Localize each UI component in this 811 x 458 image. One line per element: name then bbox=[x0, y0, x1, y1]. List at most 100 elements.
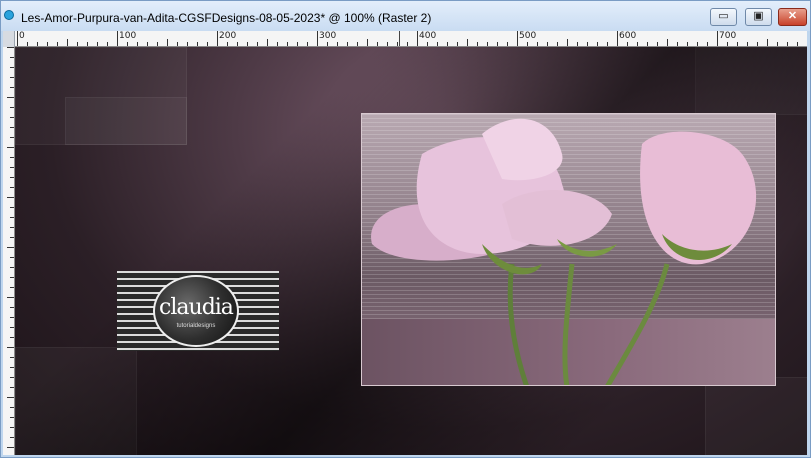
ruler-tick bbox=[10, 317, 14, 318]
ruler-tick bbox=[417, 31, 418, 46]
ruler-tick bbox=[17, 31, 18, 46]
ruler-tick bbox=[237, 42, 238, 46]
app-icon[interactable] bbox=[4, 10, 14, 20]
ruler-tick bbox=[10, 437, 14, 438]
ruler-tick bbox=[7, 347, 14, 348]
ruler-tick bbox=[177, 42, 178, 46]
ruler-tick bbox=[317, 31, 318, 46]
ruler-tick bbox=[247, 42, 248, 46]
ruler-tick bbox=[10, 307, 14, 308]
ruler-tick bbox=[67, 39, 68, 46]
ruler-tick bbox=[117, 31, 118, 46]
ruler-tick bbox=[27, 42, 28, 46]
vertical-ruler[interactable] bbox=[3, 47, 15, 455]
ruler-tick bbox=[647, 42, 648, 46]
ruler-tick bbox=[10, 87, 14, 88]
ruler-tick bbox=[197, 42, 198, 46]
ruler-tick bbox=[347, 42, 348, 46]
image-canvas[interactable]: claudia tutorialdesigns bbox=[15, 47, 807, 455]
ruler-tick bbox=[10, 57, 14, 58]
ruler-tick bbox=[657, 42, 658, 46]
ruler-tick bbox=[637, 42, 638, 46]
logo-subtext: tutorialdesigns bbox=[176, 323, 216, 329]
logo-text: claudia bbox=[159, 295, 234, 320]
window-title: Les-Amor-Purpura-van-Adita-CGSFDesigns-0… bbox=[21, 11, 432, 25]
ruler-tick bbox=[10, 137, 14, 138]
ruler-tick bbox=[597, 42, 598, 46]
ruler-tick bbox=[10, 237, 14, 238]
ruler-tick bbox=[7, 47, 14, 48]
ruler-tick bbox=[10, 77, 14, 78]
ruler-tick bbox=[577, 42, 578, 46]
ruler-tick bbox=[7, 197, 14, 198]
ruler-tick bbox=[717, 31, 718, 46]
close-button[interactable]: ✕ bbox=[778, 8, 807, 26]
ruler-tick bbox=[507, 42, 508, 46]
restore-button[interactable]: ▣ bbox=[745, 8, 772, 26]
ruler-tick bbox=[767, 39, 768, 46]
ruler-tick bbox=[10, 157, 14, 158]
ruler-tick bbox=[727, 42, 728, 46]
close-icon: ✕ bbox=[787, 10, 798, 22]
ruler-tick bbox=[147, 42, 148, 46]
ruler-label: 600 bbox=[619, 31, 637, 41]
ruler-tick bbox=[277, 42, 278, 46]
ruler-tick bbox=[10, 387, 14, 388]
ruler-tick bbox=[407, 42, 408, 46]
ruler-tick bbox=[7, 97, 14, 98]
title-bar[interactable]: Les-Amor-Purpura-van-Adita-CGSFDesigns-0… bbox=[1, 1, 810, 31]
ruler-cursor-marker bbox=[399, 31, 400, 46]
document-window: Les-Amor-Purpura-van-Adita-CGSFDesigns-0… bbox=[0, 0, 811, 458]
ruler-tick bbox=[10, 67, 14, 68]
ruler-tick bbox=[7, 447, 14, 448]
ruler-tick bbox=[617, 31, 618, 46]
ruler-tick bbox=[157, 42, 158, 46]
ruler-tick bbox=[777, 42, 778, 46]
minimize-button[interactable]: ▭ bbox=[710, 8, 737, 26]
ruler-tick bbox=[487, 42, 488, 46]
ruler-tick bbox=[747, 42, 748, 46]
ruler-tick bbox=[10, 427, 14, 428]
logo-circle: claudia tutorialdesigns bbox=[153, 275, 239, 347]
roses-photo bbox=[361, 113, 776, 386]
ruler-label: 0 bbox=[19, 31, 25, 41]
ruler-tick bbox=[307, 42, 308, 46]
ruler-tick bbox=[7, 297, 14, 298]
ruler-tick bbox=[37, 42, 38, 46]
ruler-tick bbox=[537, 42, 538, 46]
ruler-tick bbox=[217, 31, 218, 46]
ruler-tick bbox=[397, 42, 398, 46]
ruler-label: 500 bbox=[519, 31, 537, 41]
ruler-tick bbox=[10, 277, 14, 278]
ruler-tick bbox=[207, 42, 208, 46]
ruler-tick bbox=[127, 42, 128, 46]
ruler-corner[interactable] bbox=[3, 31, 15, 47]
ruler-tick bbox=[47, 42, 48, 46]
ruler-tick bbox=[697, 42, 698, 46]
horizontal-ruler[interactable]: 0 100 200 300 400 500 600 700 bbox=[15, 31, 807, 47]
ruler-tick bbox=[10, 187, 14, 188]
ruler-tick bbox=[557, 42, 558, 46]
ruler-tick bbox=[97, 42, 98, 46]
ruler-tick bbox=[10, 367, 14, 368]
ruler-tick bbox=[707, 42, 708, 46]
ruler-tick bbox=[527, 42, 528, 46]
ruler-tick bbox=[10, 207, 14, 208]
ruler-tick bbox=[10, 167, 14, 168]
ruler-tick bbox=[10, 287, 14, 288]
roses-illustration bbox=[371, 118, 757, 385]
ruler-tick bbox=[677, 42, 678, 46]
ruler-tick bbox=[227, 42, 228, 46]
watermark-logo: claudia tutorialdesigns bbox=[117, 271, 279, 351]
ruler-tick bbox=[7, 397, 14, 398]
ruler-tick bbox=[10, 107, 14, 108]
ruler-tick bbox=[187, 42, 188, 46]
ruler-tick bbox=[607, 42, 608, 46]
ruler-label: 100 bbox=[119, 31, 137, 41]
ruler-tick bbox=[377, 42, 378, 46]
ruler-label: 300 bbox=[319, 31, 337, 41]
ruler-tick bbox=[437, 42, 438, 46]
ruler-tick bbox=[297, 42, 298, 46]
ruler-tick bbox=[10, 377, 14, 378]
ruler-tick bbox=[10, 417, 14, 418]
